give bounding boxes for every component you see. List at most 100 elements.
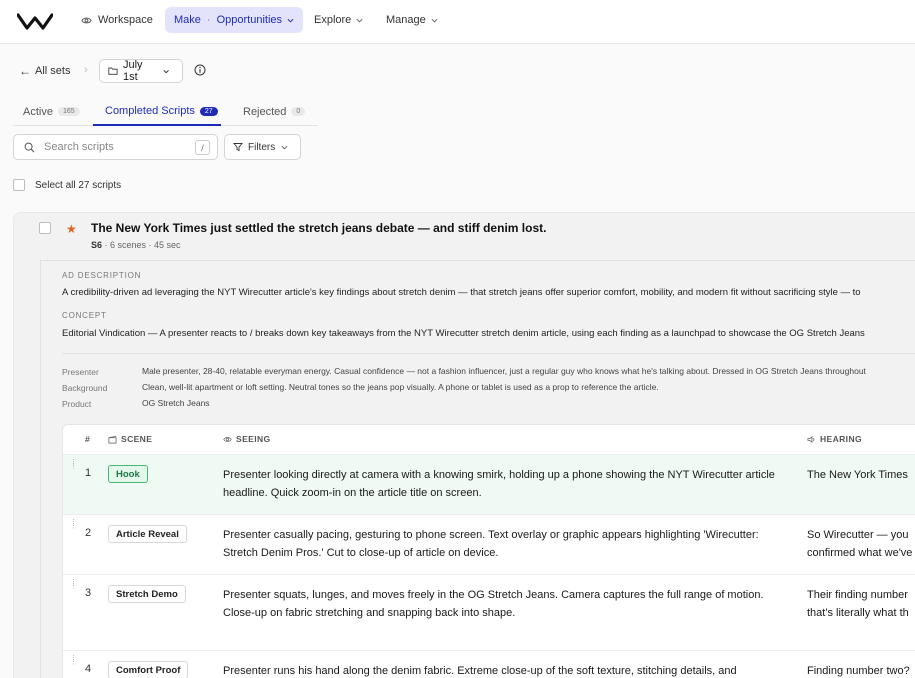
chevron-down-icon: [287, 18, 294, 23]
background-value: Clean, well-lit apartment or loft settin…: [142, 382, 659, 392]
search-input[interactable]: [44, 141, 194, 153]
scene-number: 4: [85, 663, 92, 675]
drag-handle-icon[interactable]: ⋮ ⋮: [70, 459, 77, 470]
chevron-down-icon: [356, 18, 363, 23]
filters-label: Filters: [248, 141, 276, 153]
breadcrumb-chevron-icon: ›: [84, 64, 88, 76]
product-value: OG Stretch Jeans: [142, 398, 210, 408]
arrow-left-icon: ←: [19, 64, 31, 78]
eye-icon: [223, 436, 232, 442]
scene-hearing: Finding number two?: [807, 665, 910, 677]
scene-seeing: Presenter runs his hand along the denim …: [223, 665, 737, 677]
script-tabs: Active 165 Completed Scripts 27 Rejected…: [13, 98, 318, 126]
concept-text: Editorial Vindication — A presenter reac…: [62, 328, 865, 339]
tab-rejected[interactable]: Rejected 0: [243, 98, 306, 125]
tab-completed-count: 27: [199, 106, 218, 116]
tab-completed-label: Completed Scripts: [105, 105, 195, 117]
nav-workspace[interactable]: Workspace: [81, 7, 153, 33]
filters-button[interactable]: Filters: [224, 134, 301, 160]
tab-active[interactable]: Active 165: [23, 98, 80, 125]
scene-tag: Hook: [108, 465, 148, 483]
script-meta: S6 · 6 scenes · 45 sec: [91, 240, 181, 250]
col-header-seeing: SEEING: [223, 434, 271, 444]
col-header-scene-label: SCENE: [121, 434, 153, 444]
speaker-icon: [807, 435, 815, 443]
back-label: All sets: [35, 65, 71, 77]
tab-rejected-label: Rejected: [243, 105, 287, 118]
search-icon: [24, 142, 35, 152]
details-divider: [62, 353, 915, 354]
scene-number: 1: [85, 467, 92, 479]
scene-seeing: Presenter looking directly at camera wit…: [223, 469, 775, 499]
table-row[interactable]: ⋮ ⋮ 1 Hook Presenter looking directly at …: [63, 454, 915, 514]
nav-make-opportunities[interactable]: Make · Opportunities: [165, 7, 303, 33]
table-row[interactable]: ⋮ ⋮ 4 Comfort Proof Presenter runs his ha…: [63, 650, 915, 678]
tab-active-label: Active: [23, 105, 53, 118]
scene-seeing: Presenter squats, lunges, and moves free…: [223, 589, 764, 619]
chevron-down-icon: [163, 69, 169, 73]
table-row[interactable]: ⋮ ⋮ 2 Article Reveal Presenter casually p…: [63, 514, 915, 574]
select-all-row: Select all 27 scripts: [13, 179, 121, 191]
top-nav-bar: Workspace Make · Opportunities Explore M…: [0, 0, 915, 44]
scenes-table: # SCENE SEEING HEARING ⋮ ⋮ 1 Hook Present…: [62, 424, 915, 678]
tab-active-count: 165: [57, 107, 80, 116]
nav-workspace-label: Workspace: [98, 14, 153, 26]
eye-icon: [81, 17, 92, 23]
nav-make-label: Make: [174, 14, 201, 26]
col-header-hearing-label: HEARING: [820, 434, 862, 444]
col-header-num: #: [85, 434, 91, 444]
card-divider: [40, 260, 915, 261]
folder-icon: [108, 67, 118, 75]
product-label: Product: [62, 399, 92, 409]
folder-label: July 1st: [122, 59, 143, 83]
info-icon[interactable]: [194, 64, 206, 76]
search-shortcut-key: /: [195, 140, 210, 155]
tab-completed-scripts[interactable]: Completed Scripts 27: [93, 98, 221, 126]
chevron-down-icon: [281, 145, 288, 150]
tab-rejected-count: 0: [291, 107, 306, 116]
nav-explore-label: Explore: [314, 14, 352, 26]
scene-tag: Stretch Demo: [108, 585, 186, 603]
search-box: /: [13, 134, 218, 160]
scene-tag: Article Reveal: [108, 525, 187, 543]
table-row[interactable]: ⋮ ⋮ 3 Stretch Demo Presenter squats, lung…: [63, 574, 915, 650]
ad-description-text: A credibility-driven ad leveraging the N…: [62, 287, 861, 298]
nav-make-sub-label: Opportunities: [216, 14, 283, 26]
col-header-hearing: HEARING: [807, 434, 862, 444]
concept-label: CONCEPT: [62, 311, 107, 320]
col-header-seeing-label: SEEING: [236, 434, 271, 444]
script-title: The New York Times just settled the stre…: [91, 221, 547, 235]
col-header-scene: SCENE: [108, 434, 152, 444]
script-id: S6: [91, 240, 103, 250]
back-to-all-sets-link[interactable]: ← All sets: [19, 59, 70, 83]
scene-number: 3: [85, 587, 92, 599]
script-meta-details: · 6 scenes · 45 sec: [102, 240, 181, 250]
scene-seeing: Presenter casually pacing, gesturing to …: [223, 529, 759, 559]
scene-hearing: The New York Times: [807, 469, 908, 481]
scene-tag: Comfort Proof: [108, 661, 189, 678]
presenter-label: Presenter: [62, 367, 99, 377]
presenter-value: Male presenter, 28-40, relatable everyma…: [142, 366, 866, 376]
select-all-checkbox[interactable]: [13, 179, 25, 191]
scene-hearing: So Wirecutter — you confirmed what we've: [807, 529, 913, 559]
ad-description-label: AD DESCRIPTION: [62, 271, 142, 280]
clapper-icon: [108, 435, 117, 444]
scene-number: 2: [85, 527, 92, 539]
card-indent-line: [40, 260, 41, 678]
nav-explore[interactable]: Explore: [314, 7, 363, 33]
drag-handle-icon[interactable]: ⋮ ⋮: [70, 579, 77, 590]
drag-handle-icon[interactable]: ⋮ ⋮: [70, 519, 77, 530]
folder-select-button[interactable]: July 1st: [99, 59, 183, 83]
background-label: Background: [62, 383, 108, 393]
chevron-down-icon: [431, 18, 438, 23]
script-select-checkbox[interactable]: [39, 222, 51, 234]
select-all-label: Select all 27 scripts: [35, 179, 122, 191]
brand-logo[interactable]: [17, 12, 53, 30]
filter-icon: [233, 143, 243, 152]
scene-hearing: Their finding number that's literally wh…: [807, 589, 909, 619]
nav-manage-label: Manage: [386, 14, 426, 26]
nav-manage[interactable]: Manage: [386, 7, 438, 33]
nav-separator-dot: ·: [206, 14, 211, 26]
star-icon[interactable]: ★: [66, 222, 77, 236]
drag-handle-icon[interactable]: ⋮ ⋮: [70, 655, 77, 666]
